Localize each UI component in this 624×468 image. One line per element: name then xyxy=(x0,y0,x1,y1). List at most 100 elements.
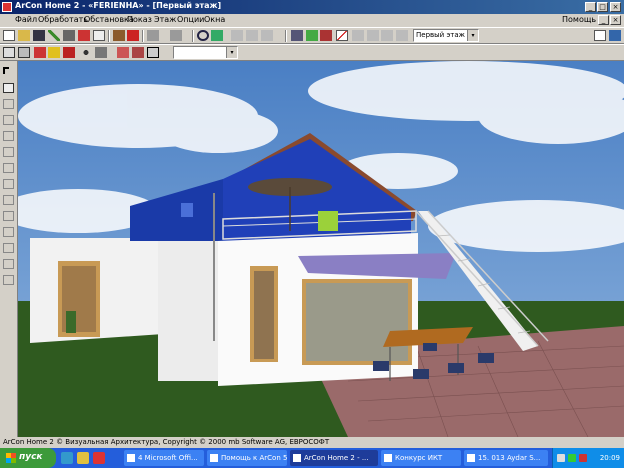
layers-icon[interactable] xyxy=(261,30,273,41)
task-help[interactable]: Помощь к ArCon 5 xyxy=(207,450,287,466)
print-icon[interactable] xyxy=(63,30,75,41)
undo-icon[interactable] xyxy=(147,30,159,41)
status-text: ArCon Home 2 © Визуальная Архитектура, C… xyxy=(3,438,330,446)
menu-bar: Файл Обработать Обстановка Показ Этаж Оп… xyxy=(0,14,624,27)
menu-file[interactable]: Файл xyxy=(15,15,37,24)
wall-tool-icon[interactable] xyxy=(291,30,303,41)
start-label: пуск xyxy=(19,452,43,462)
furniture-icon[interactable] xyxy=(3,259,14,269)
menu-help[interactable]: Помощь xyxy=(562,15,596,24)
floor-select[interactable]: Первый этаж ▾ xyxy=(413,29,479,42)
chimney-icon[interactable] xyxy=(3,243,14,253)
balcony-chair xyxy=(318,211,338,231)
save-icon[interactable] xyxy=(33,30,45,41)
wall-icon[interactable] xyxy=(3,115,14,125)
view-select[interactable]: ▾ xyxy=(173,46,238,59)
ie-icon[interactable] xyxy=(61,452,73,464)
left-toolbar xyxy=(0,61,18,437)
title-bar: ArCon Home 2 - «FERIENHA» - [Первый этаж… xyxy=(0,0,624,14)
chevron-down-icon[interactable]: ▾ xyxy=(467,30,478,41)
open-folder-icon[interactable] xyxy=(18,30,30,41)
light-icon[interactable] xyxy=(34,47,46,58)
snap-icon[interactable] xyxy=(231,30,243,41)
antivirus-icon[interactable] xyxy=(579,454,587,462)
level-icon[interactable] xyxy=(396,30,408,41)
status-bar: ArCon Home 2 © Визуальная Архитектура, C… xyxy=(0,437,624,448)
fly-icon[interactable] xyxy=(95,47,107,58)
stairs-icon[interactable] xyxy=(3,179,14,189)
ceiling-icon[interactable] xyxy=(3,211,14,221)
document-icon xyxy=(467,454,475,462)
3d-viewport[interactable] xyxy=(18,61,624,437)
rect-icon[interactable] xyxy=(3,99,14,109)
left-wing-wall xyxy=(30,238,178,343)
arcon-icon xyxy=(293,454,301,462)
text-icon[interactable] xyxy=(3,275,14,285)
word-icon xyxy=(127,454,135,462)
close-button[interactable]: × xyxy=(610,2,621,12)
window-tool-icon[interactable] xyxy=(3,163,14,173)
texture-icon[interactable] xyxy=(132,47,144,58)
roof-tool-icon[interactable] xyxy=(320,30,332,41)
dimension-icon[interactable] xyxy=(352,30,364,41)
menu-view[interactable]: Показ xyxy=(127,15,152,24)
walk-icon[interactable] xyxy=(80,47,92,58)
menu-windows[interactable]: Окна xyxy=(204,15,225,24)
info-icon[interactable] xyxy=(609,30,621,41)
roof-icon[interactable] xyxy=(3,227,14,237)
app-icon[interactable] xyxy=(2,2,12,12)
new-file-icon[interactable] xyxy=(3,30,15,41)
task-office[interactable]: 4 Microsoft Offi... xyxy=(124,450,204,466)
grid-icon[interactable] xyxy=(246,30,258,41)
secondary-toolbar: ▾ xyxy=(0,44,624,61)
redo-icon[interactable] xyxy=(170,30,182,41)
task-arcon[interactable]: ArCon Home 2 - ... xyxy=(290,450,378,466)
mdi-minimize-button[interactable]: _ xyxy=(598,15,609,25)
delete-icon[interactable] xyxy=(127,30,139,41)
cut-icon[interactable] xyxy=(78,30,90,41)
section-icon[interactable] xyxy=(381,30,393,41)
network-icon[interactable] xyxy=(568,454,576,462)
pointer-icon[interactable] xyxy=(3,67,9,74)
speaker-icon[interactable] xyxy=(557,454,565,462)
view-mode-icon[interactable] xyxy=(18,47,30,58)
paint-icon[interactable] xyxy=(306,30,318,41)
windows-logo-icon xyxy=(6,453,16,463)
design-mode-icon[interactable] xyxy=(3,47,15,58)
clipboard-icon[interactable] xyxy=(113,30,125,41)
menu-options[interactable]: Опции xyxy=(177,15,204,24)
no-tool-icon[interactable] xyxy=(336,30,348,41)
mdi-close-button[interactable]: × xyxy=(610,15,621,25)
taskbar: пуск 4 Microsoft Offi... Помощь к ArCon … xyxy=(0,448,624,468)
menu-floor[interactable]: Этаж xyxy=(154,15,176,24)
door-icon[interactable] xyxy=(3,147,14,157)
sun-icon[interactable] xyxy=(48,47,60,58)
zoom-icon[interactable] xyxy=(197,30,209,41)
main-toolbar: Первый этаж ▾ xyxy=(0,27,624,44)
help-icon xyxy=(210,454,218,462)
media-icon[interactable] xyxy=(93,452,105,464)
start-button[interactable]: пуск xyxy=(0,448,56,468)
folder-icon[interactable] xyxy=(77,452,89,464)
text-tool-icon[interactable] xyxy=(211,30,223,41)
maximize-button[interactable]: □ xyxy=(597,2,608,12)
help-cursor-icon[interactable] xyxy=(594,30,606,41)
minimize-button[interactable]: _ xyxy=(585,2,596,12)
upper-window xyxy=(181,203,193,217)
task-aydar[interactable]: 15. 013 Aydar S... xyxy=(464,450,548,466)
pencil-icon[interactable] xyxy=(48,30,60,41)
menu-edit[interactable]: Обработать xyxy=(38,15,88,24)
camera-icon[interactable] xyxy=(63,47,75,58)
chevron-down-icon[interactable]: ▾ xyxy=(226,47,237,58)
task-contest[interactable]: Конкурс ИКТ xyxy=(381,450,461,466)
room-icon[interactable] xyxy=(3,131,14,141)
document-icon xyxy=(384,454,392,462)
system-tray: 20:09 xyxy=(552,448,624,468)
compass-icon[interactable] xyxy=(147,47,159,58)
window-title: ArCon Home 2 - «FERIENHA» - [Первый этаж… xyxy=(15,1,222,10)
measure-icon[interactable] xyxy=(367,30,379,41)
column-icon[interactable] xyxy=(3,195,14,205)
select-icon[interactable] xyxy=(3,83,14,93)
copy-icon[interactable] xyxy=(93,30,105,41)
render-icon[interactable] xyxy=(117,47,129,58)
